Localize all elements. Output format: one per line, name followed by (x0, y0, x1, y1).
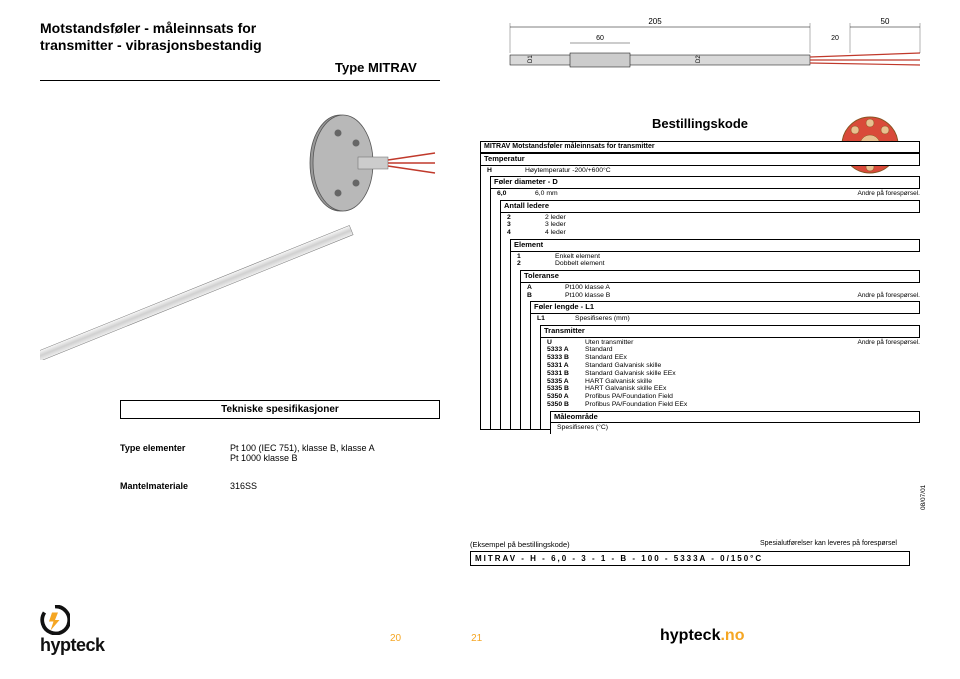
logo-icon (40, 605, 70, 635)
spec-label-elements: Type elementer (120, 443, 230, 463)
ordering-code-block: Bestillingskode MITRAV Motstandsføler må… (480, 112, 920, 434)
spec-label-mantle: Mantelmateriale (120, 481, 230, 491)
type-label: Type MITRAV (335, 60, 417, 75)
divider (40, 80, 440, 81)
svg-text:60: 60 (596, 35, 604, 42)
page-numbers: 20 21 (390, 633, 482, 644)
top-dimension-drawing: 205 50 60 20 D1 D2 (500, 15, 930, 95)
transmitter-header: Transmitter (540, 325, 920, 338)
leads-items: 22 leder 33 leder 44 leder (500, 213, 920, 239)
document-title-block: Motstandsføler - måleinnsats for transmi… (40, 20, 330, 54)
website: hypteck.no (660, 627, 744, 645)
probe-drawing (40, 100, 440, 360)
footer: hypteck 20 21 hypteck.no (0, 605, 960, 670)
title-line2: transmitter - vibrasjonsbestandig (40, 37, 330, 54)
svg-text:20: 20 (831, 35, 839, 42)
svg-text:D1: D1 (528, 55, 534, 63)
tech-spec-block: Tekniske spesifikasjoner Type elementer … (120, 400, 440, 509)
diameter-header: Føler diameter - D (490, 176, 920, 189)
tolerance-header: Toleranse (520, 270, 920, 283)
range-header: Måleområde (550, 411, 920, 424)
ordering-heading: Bestillingskode (480, 112, 920, 141)
tech-spec-heading: Tekniske spesifikasjoner (120, 400, 440, 419)
product-row: MITRAV Motstandsføler måleinnsats for tr… (480, 141, 920, 153)
svg-text:205: 205 (648, 17, 662, 26)
element-header: Element (510, 239, 920, 252)
svg-text:50: 50 (881, 17, 890, 26)
temperature-header: Temperatur (480, 153, 920, 166)
title-line1: Motstandsføler - måleinnsats for (40, 20, 330, 37)
special-note: Spesialutførelser kan leveres på forespø… (760, 540, 910, 547)
length-header: Føler lengde - L1 (530, 301, 920, 314)
brand-logo: hypteck (40, 605, 105, 656)
svg-text:D2: D2 (696, 55, 702, 63)
revision-date: 08/07/01 (920, 485, 927, 510)
leads-header: Antall ledere (500, 200, 920, 213)
